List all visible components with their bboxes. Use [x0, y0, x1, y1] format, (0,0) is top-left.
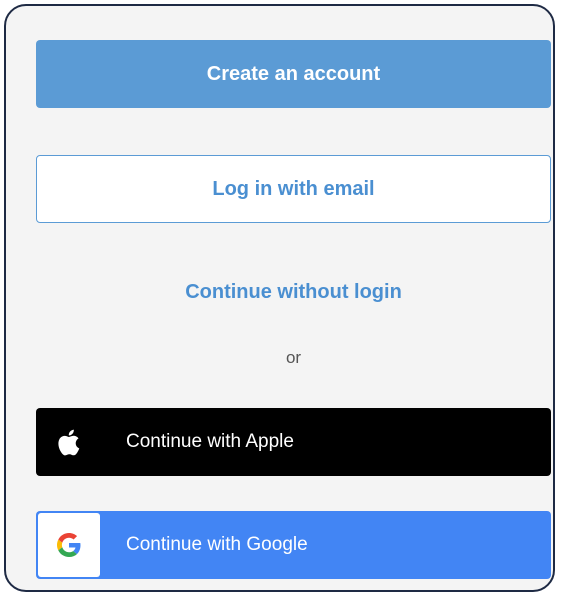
continue-without-login-label: Continue without login	[185, 280, 402, 303]
or-divider-text: or	[285, 348, 302, 367]
continue-with-google-label: Continue with Google	[126, 534, 308, 555]
create-account-label: Create an account	[206, 62, 381, 85]
login-with-email-label: Log in with email	[212, 177, 375, 200]
continue-with-google-button[interactable]: Continue with Google	[36, 511, 551, 579]
create-account-button[interactable]: Create an account	[36, 40, 551, 108]
google-logo-icon	[38, 513, 100, 577]
continue-with-apple-label: Continue with Apple	[126, 431, 294, 452]
apple-logo-icon	[54, 426, 82, 458]
login-with-email-button[interactable]: Log in with email	[36, 155, 551, 223]
continue-with-apple-button[interactable]: Continue with Apple	[36, 408, 551, 476]
login-panel: Create an account Log in with email Cont…	[4, 4, 555, 592]
continue-without-login-link[interactable]: Continue without login	[36, 276, 551, 308]
